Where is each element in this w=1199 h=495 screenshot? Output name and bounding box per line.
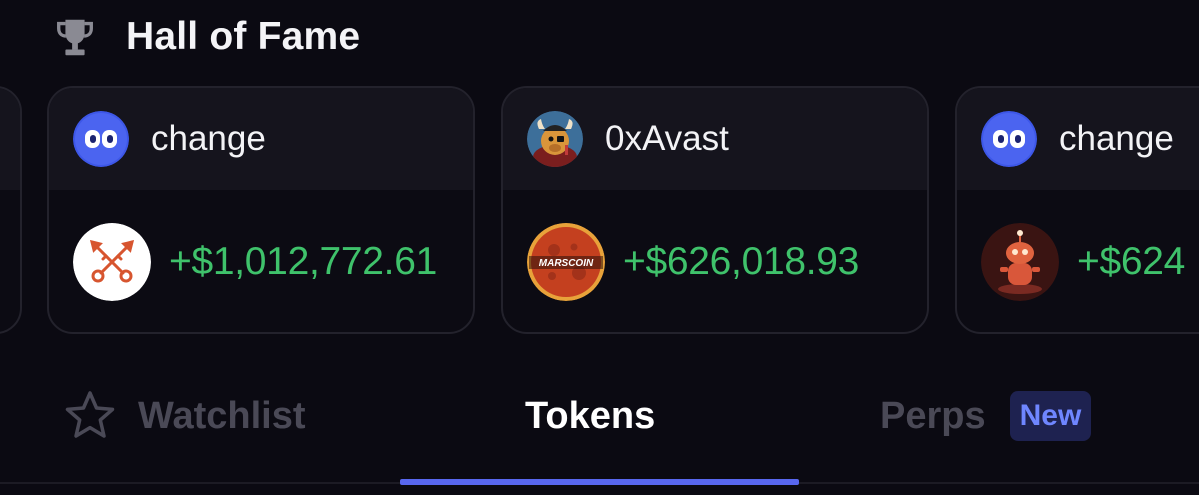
card-body: +$1,012,772.61: [49, 190, 473, 332]
pnl-value: +$1,012,772.61: [169, 240, 437, 283]
active-tab-indicator: [400, 479, 799, 485]
card-header: [0, 88, 20, 190]
tab-perps-label: Perps: [880, 394, 986, 437]
pnl-value: +$626,018.93: [623, 240, 860, 283]
card-body: MARSCOIN +$626,018.93: [503, 190, 927, 332]
change-logo-icon: [73, 111, 129, 167]
tab-tokens[interactable]: Tokens: [525, 380, 655, 452]
tab-bar: Watchlist Tokens Perps New: [0, 380, 1199, 495]
trophy-icon: [57, 19, 93, 56]
new-badge: New: [1009, 391, 1092, 441]
trader-card[interactable]: change +$1,012,772.61: [47, 86, 475, 334]
change-logo-icon: [981, 111, 1037, 167]
tab-perps[interactable]: Perps New: [880, 380, 1092, 452]
card-header: 0xAvast: [503, 88, 927, 190]
marscoin-icon: MARSCOIN: [527, 223, 605, 301]
tab-tokens-label: Tokens: [525, 394, 656, 437]
card-header: change: [49, 88, 473, 190]
hall-of-fame-section: Hall of Fame change +$1,012,772.61 0xAva…: [0, 0, 1199, 495]
trader-name[interactable]: change: [1059, 119, 1174, 159]
trader-card[interactable]: [0, 86, 22, 334]
hall-of-fame-cards[interactable]: change +$1,012,772.61 0xAvast MARSCOIN +…: [0, 86, 1199, 336]
tab-watchlist-label: Watchlist: [138, 394, 306, 437]
card-body: +$624: [957, 190, 1199, 332]
trader-name[interactable]: change: [151, 119, 266, 159]
card-header: change: [957, 88, 1199, 190]
pirate-bull-avatar-icon: [527, 111, 583, 167]
marscoin-label: MARSCOIN: [539, 258, 594, 269]
card-body: [0, 190, 20, 332]
trader-name[interactable]: 0xAvast: [605, 119, 729, 159]
robot-mascot-icon: [981, 223, 1059, 301]
trader-card[interactable]: change +$624: [955, 86, 1199, 334]
crossed-keys-icon: [73, 223, 151, 301]
page-title: Hall of Fame: [126, 15, 361, 58]
tab-watchlist[interactable]: Watchlist: [62, 380, 306, 452]
trader-card[interactable]: 0xAvast MARSCOIN +$626,018.93: [501, 86, 929, 334]
pnl-value: +$624: [1077, 240, 1186, 283]
hall-of-fame-header: Hall of Fame: [52, 12, 360, 62]
star-icon: [65, 391, 115, 438]
